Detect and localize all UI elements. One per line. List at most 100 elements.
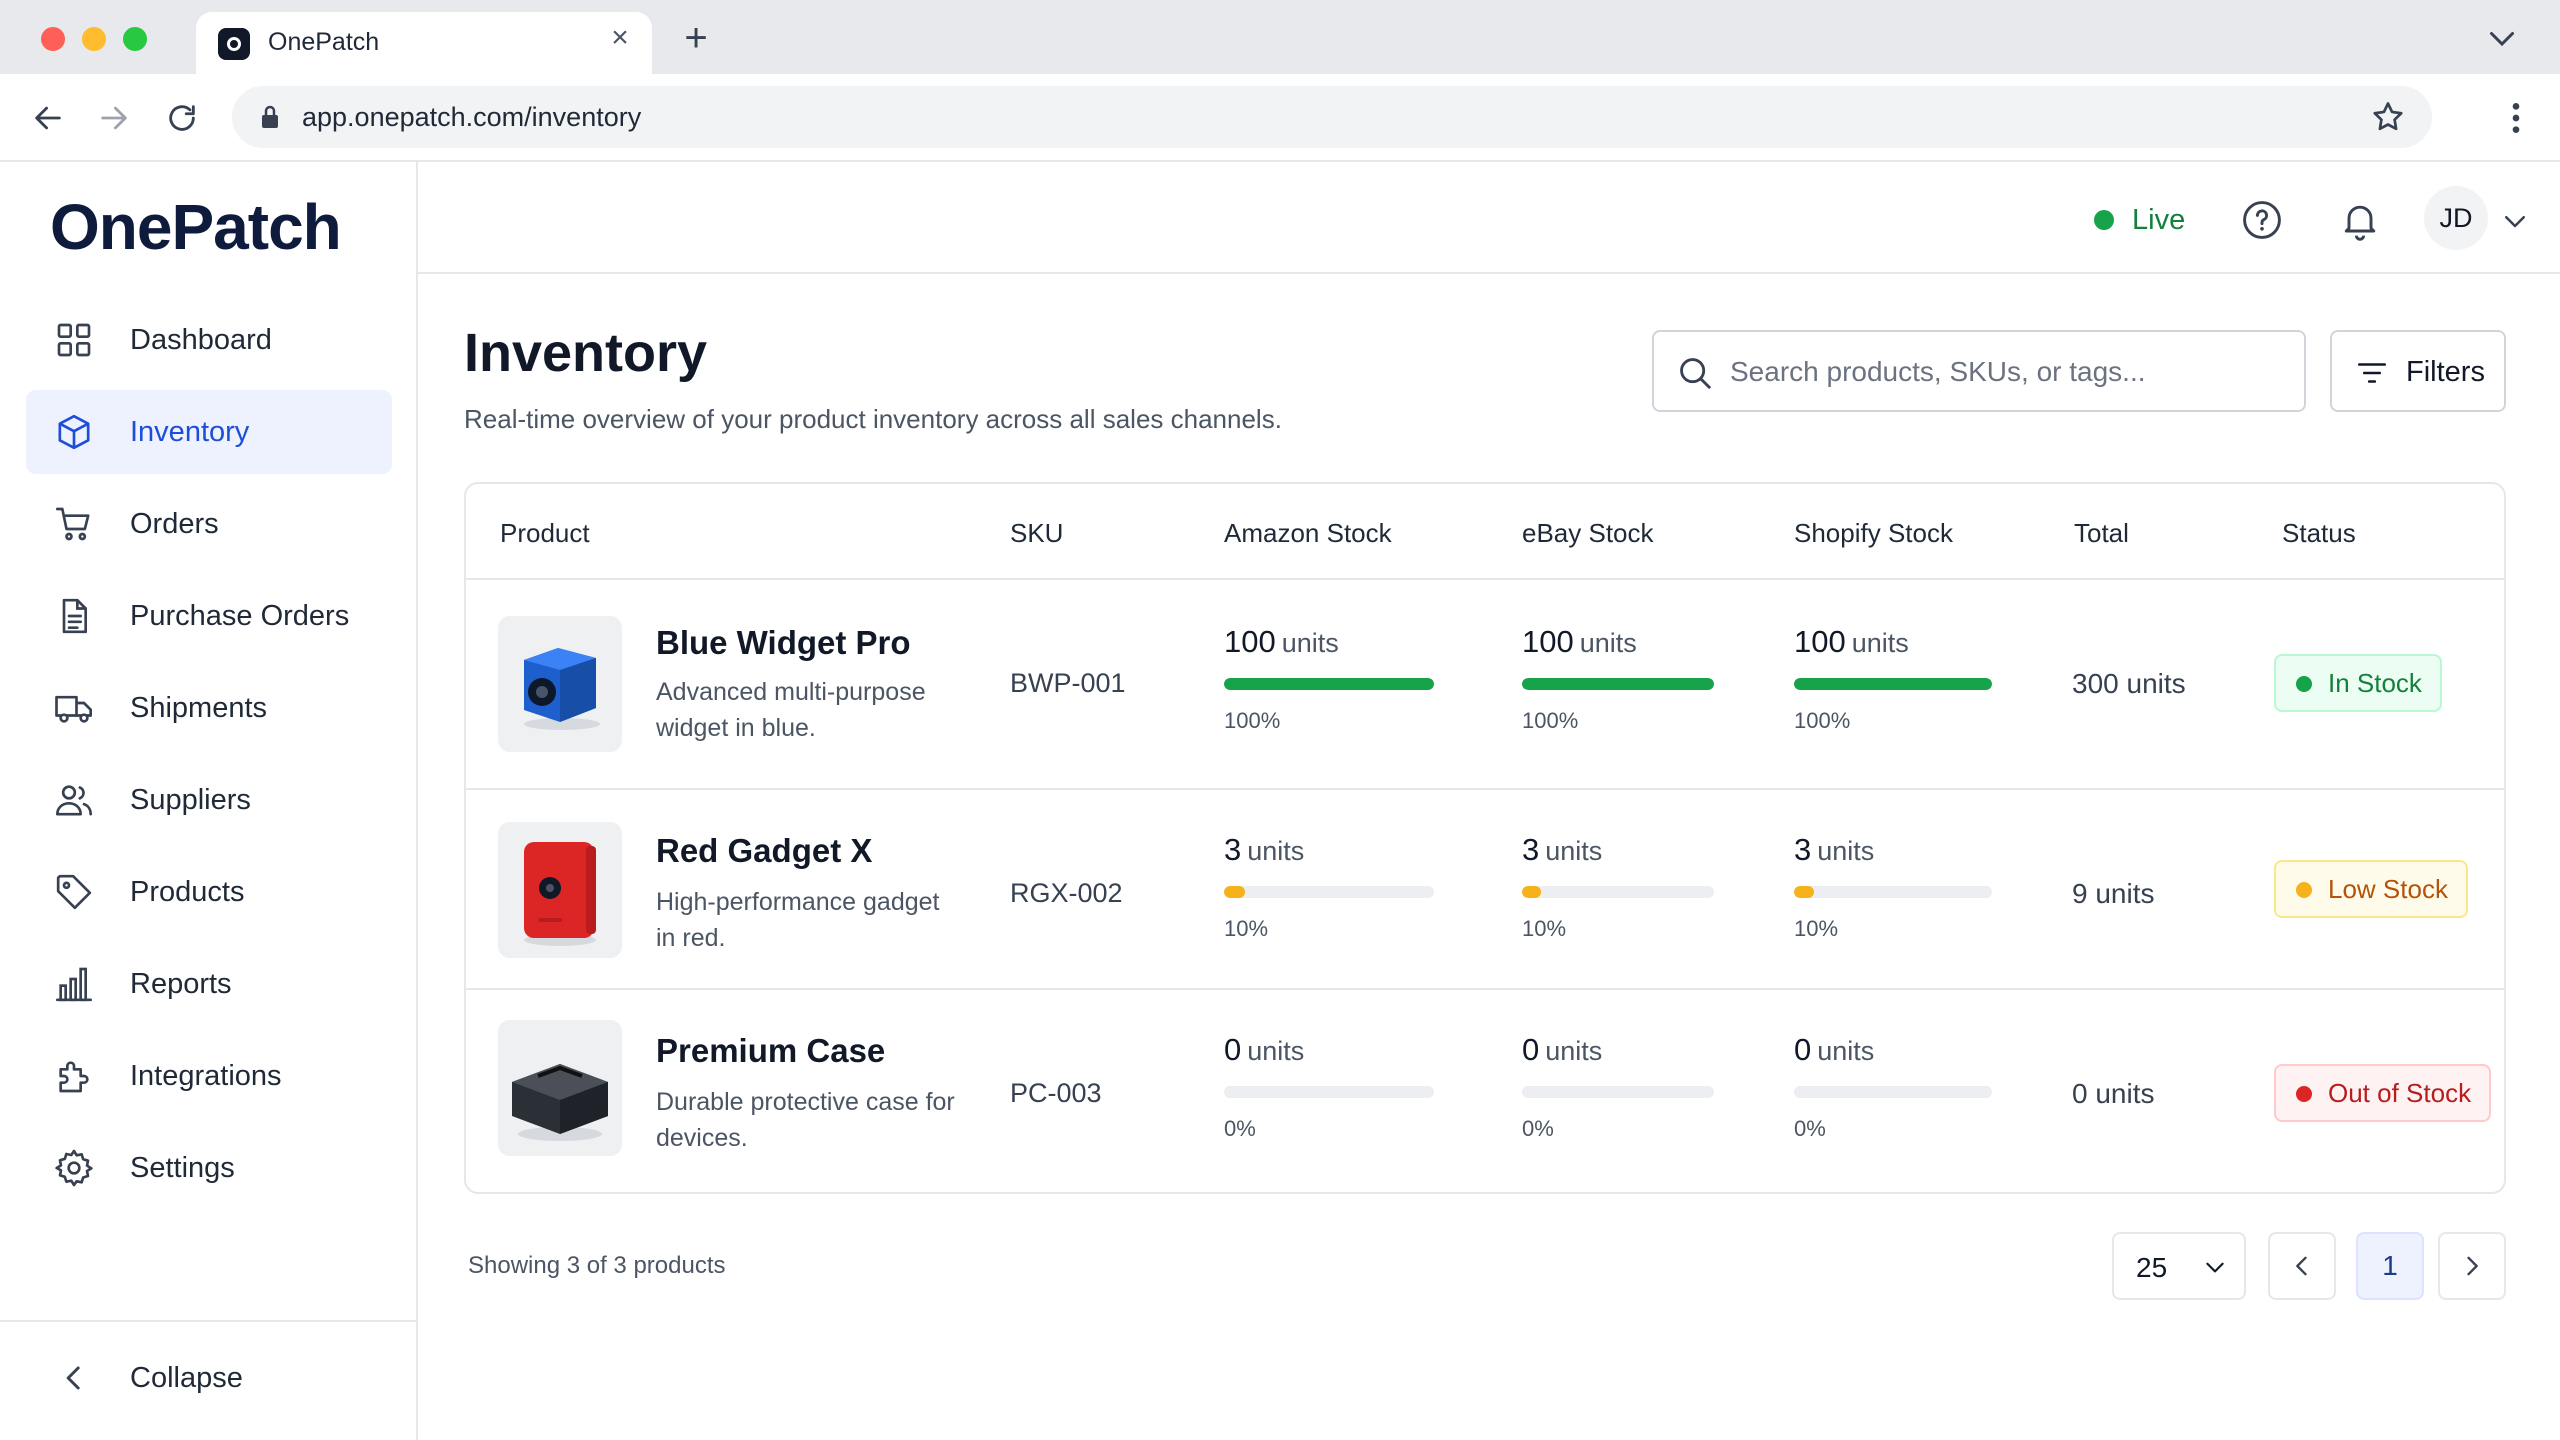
- amazon-stock-cell: 100 units 100%: [1224, 624, 1434, 734]
- sidebar-item-settings[interactable]: Settings: [26, 1126, 392, 1210]
- page-1-button[interactable]: 1: [2356, 1232, 2424, 1300]
- browser-menu-button[interactable]: [2496, 98, 2536, 138]
- sidebar-item-label: Inventory: [130, 416, 250, 448]
- stock-bar-track: [1794, 1086, 1992, 1098]
- product-thumbnail-premium-case: [498, 1020, 622, 1156]
- product-sku: PC-003: [1010, 1078, 1102, 1108]
- ebay-stock-cell: 3 units 10%: [1522, 832, 1714, 942]
- sidebar-item-purchase-orders[interactable]: Purchase Orders: [26, 574, 392, 658]
- reload-button[interactable]: [160, 96, 204, 140]
- shopify-stock-cell: 3 units 10%: [1794, 832, 1992, 942]
- stock-unit: units: [1579, 628, 1637, 658]
- stock-percent: 0%: [1522, 1116, 1554, 1141]
- stock-value: 3: [1224, 832, 1242, 867]
- sidebar-item-suppliers[interactable]: Suppliers: [26, 758, 392, 842]
- arrow-right-icon: [101, 106, 127, 130]
- product-name[interactable]: Red Gadget X: [656, 832, 872, 870]
- stock-bar-track: [1522, 678, 1714, 690]
- sidebar-item-label: Shipments: [130, 692, 268, 724]
- chevron-left-icon: [2296, 1256, 2307, 1276]
- page-size-select[interactable]: 25: [2112, 1232, 2246, 1300]
- stock-unit: units: [1851, 628, 1909, 658]
- column-header-shopify-stock[interactable]: Shopify Stock: [1794, 518, 1953, 549]
- forward-button[interactable]: [92, 96, 136, 140]
- onepatch-favicon-icon: [218, 28, 250, 60]
- column-header-amazon-stock[interactable]: Amazon Stock: [1224, 518, 1392, 549]
- status-label: In Stock: [2328, 668, 2422, 698]
- table-row[interactable]: Blue Widget Pro Advanced multi-purpose w…: [466, 580, 2504, 790]
- tag-icon: [54, 872, 94, 912]
- sidebar-item-integrations[interactable]: Integrations: [26, 1034, 392, 1118]
- kebab-menu-icon: [2512, 103, 2520, 133]
- back-button[interactable]: [26, 96, 70, 140]
- close-window-button[interactable]: [41, 27, 65, 51]
- column-header-total[interactable]: Total: [2074, 518, 2129, 549]
- chevron-down-icon[interactable]: [2500, 206, 2530, 236]
- sidebar-item-label: Settings: [130, 1152, 235, 1184]
- column-header-product[interactable]: Product: [500, 518, 590, 549]
- address-bar[interactable]: app.onepatch.com/inventory: [232, 86, 2432, 148]
- browser-tab-bar: OnePatch × +: [0, 0, 2560, 74]
- search-box: [1652, 330, 2306, 412]
- status-dot: [2296, 676, 2312, 692]
- stock-value: 0: [1794, 1032, 1812, 1067]
- ebay-stock-cell: 0 units 0%: [1522, 1032, 1714, 1142]
- table-row[interactable]: Red Gadget X High-performance gadget in …: [466, 790, 2504, 990]
- tab-close-button[interactable]: ×: [604, 22, 636, 54]
- chevron-right-icon: [2467, 1256, 2478, 1276]
- filters-button[interactable]: Filters: [2330, 330, 2506, 412]
- stock-bar-track: [1522, 886, 1714, 898]
- bookmark-star-icon[interactable]: [2370, 99, 2406, 135]
- product-name[interactable]: Blue Widget Pro: [656, 624, 911, 662]
- stock-percent: 0%: [1224, 1116, 1256, 1141]
- maximize-window-button[interactable]: [123, 27, 147, 51]
- new-tab-button[interactable]: +: [676, 18, 716, 58]
- stock-unit: units: [1247, 836, 1305, 866]
- collapse-sidebar-button[interactable]: Collapse: [26, 1342, 392, 1412]
- stock-bar-fill: [1794, 678, 1992, 690]
- tab-list-chevron-icon[interactable]: [2484, 20, 2520, 56]
- help-button[interactable]: [2240, 198, 2284, 242]
- column-header-ebay-stock[interactable]: eBay Stock: [1522, 518, 1654, 549]
- top-header: Live: [418, 162, 2560, 274]
- sidebar-item-orders[interactable]: Orders: [26, 482, 392, 566]
- sidebar-item-dashboard[interactable]: Dashboard: [26, 298, 392, 382]
- sidebar-item-products[interactable]: Products: [26, 850, 392, 934]
- sidebar-item-label: Purchase Orders: [130, 600, 350, 632]
- browser-tab[interactable]: OnePatch ×: [196, 12, 652, 74]
- notifications-button[interactable]: [2338, 198, 2382, 242]
- stock-bar-fill: [1522, 678, 1714, 690]
- collapse-label: Collapse: [130, 1362, 243, 1394]
- previous-page-button[interactable]: [2268, 1232, 2336, 1300]
- grid-icon: [54, 320, 94, 360]
- sidebar-item-reports[interactable]: Reports: [26, 942, 392, 1026]
- stock-bar-fill: [1224, 886, 1245, 898]
- stock-bar-track: [1224, 678, 1434, 690]
- sidebar-item-inventory[interactable]: Inventory: [26, 390, 392, 474]
- stock-bar-fill: [1794, 886, 1814, 898]
- users-icon: [54, 780, 94, 820]
- stock-bar-fill: [1522, 886, 1542, 898]
- search-input[interactable]: [1730, 344, 2290, 400]
- ebay-stock-cell: 100 units 100%: [1522, 624, 1714, 734]
- stock-percent: 0%: [1794, 1116, 1826, 1141]
- amazon-stock-cell: 3 units 10%: [1224, 832, 1434, 942]
- product-sku: BWP-001: [1010, 668, 1126, 698]
- reload-icon: [169, 105, 195, 131]
- product-name[interactable]: Premium Case: [656, 1032, 885, 1070]
- table-row[interactable]: Premium Case Durable protective case for…: [466, 990, 2504, 1192]
- status-badge: Low Stock: [2274, 860, 2468, 918]
- total-stock: 0 units: [2072, 1078, 2155, 1109]
- chevron-down-icon: [2206, 1262, 2224, 1273]
- column-header-sku[interactable]: SKU: [1010, 518, 1063, 549]
- stock-value: 3: [1794, 832, 1812, 867]
- next-page-button[interactable]: [2438, 1232, 2506, 1300]
- sidebar-item-shipments[interactable]: Shipments: [26, 666, 392, 750]
- status-badge: In Stock: [2274, 654, 2442, 712]
- help-circle-icon: [2243, 201, 2281, 239]
- app-logo[interactable]: OnePatch: [50, 190, 342, 264]
- column-header-status[interactable]: Status: [2282, 518, 2356, 549]
- user-avatar[interactable]: JD: [2424, 186, 2488, 250]
- minimize-window-button[interactable]: [82, 27, 106, 51]
- box-icon: [54, 412, 94, 452]
